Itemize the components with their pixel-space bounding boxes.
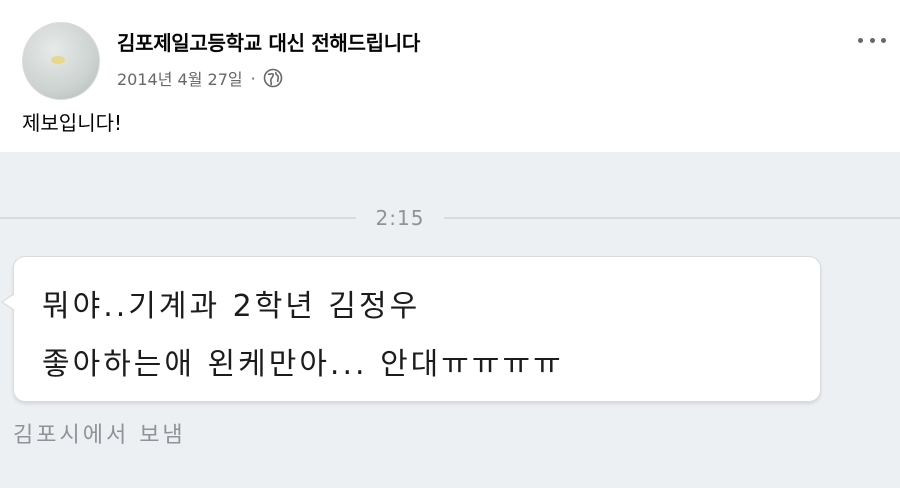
bubble-tail: [3, 294, 15, 310]
meta-separator: ·: [250, 68, 256, 88]
globe-icon[interactable]: [263, 68, 283, 88]
attached-chat-screenshot[interactable]: 2:15 뭐야..기계과 2학년 김정우 좋아하는애 왼케만아... 안대ㅠㅠㅠ…: [0, 152, 900, 488]
time-divider: 2:15: [0, 206, 900, 230]
page-author-name[interactable]: 김포제일고등학교 대신 전해드립니다: [117, 27, 420, 56]
post-meta: 2014년 4월 27일 ·: [117, 66, 283, 90]
post-date[interactable]: 2014년 4월 27일: [117, 66, 243, 90]
sent-from-note: 김포시에서 보냄: [13, 423, 186, 448]
avatar[interactable]: [22, 22, 100, 100]
more-dot: [869, 37, 875, 43]
chat-timestamp: 2:15: [375, 206, 425, 230]
more-dot: [881, 37, 886, 43]
message-bubble: 뭐야..기계과 2학년 김정우 좋아하는애 왼케만아... 안대ㅠㅠㅠㅠ: [1, 256, 821, 402]
divider-line-left: [0, 217, 356, 219]
post-caption: 제보입니다!: [22, 111, 123, 135]
more-options-icon[interactable]: [858, 30, 886, 50]
divider-line-right: [444, 217, 900, 219]
avatar-image-detail: [51, 56, 65, 64]
message-line-2: 좋아하는애 왼케만아... 안대ㅠㅠㅠㅠ: [42, 347, 564, 382]
message-line-1: 뭐야..기계과 2학년 김정우: [42, 289, 421, 324]
more-dot: [858, 37, 863, 43]
